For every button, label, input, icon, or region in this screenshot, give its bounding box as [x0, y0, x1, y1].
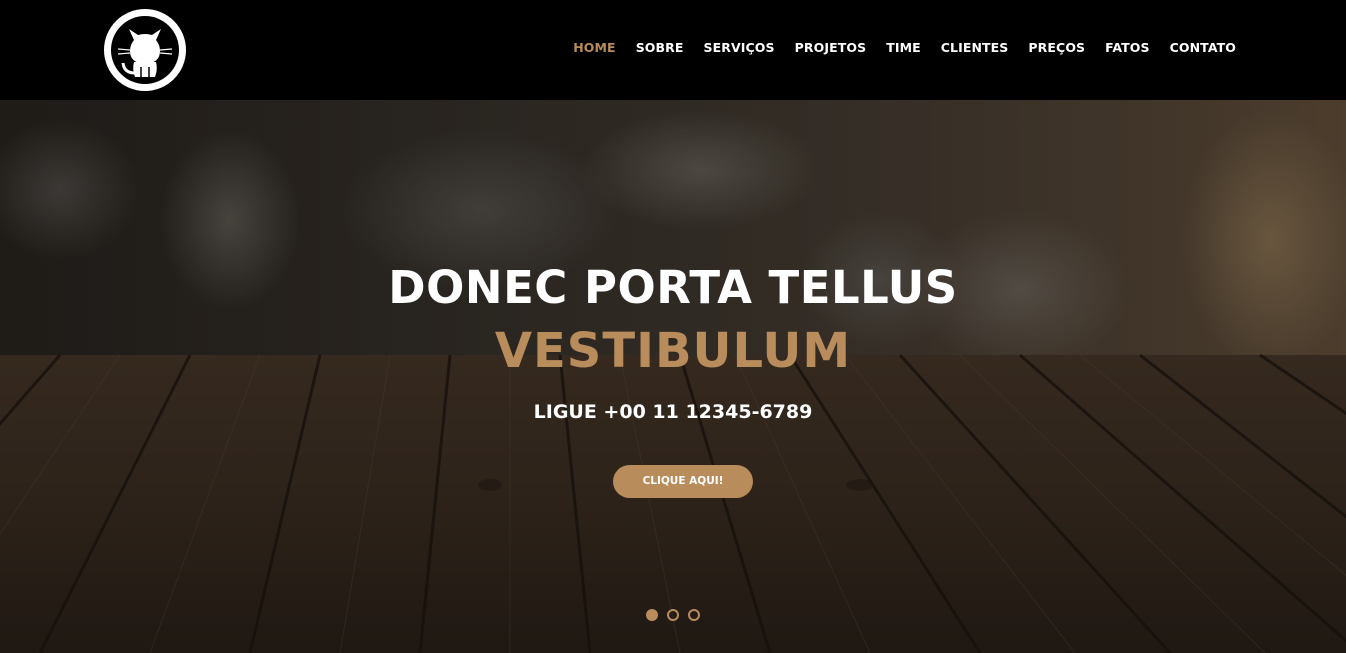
slider-dot-3[interactable] — [688, 609, 700, 621]
github-octocat-icon — [105, 10, 185, 90]
navbar: HOME SOBRE SERVIÇOS PROJETOS TIME CLIENT… — [0, 0, 1346, 100]
nav-item-servicos[interactable]: SERVIÇOS — [704, 40, 775, 56]
slider-dot-1[interactable] — [646, 609, 658, 621]
nav-item-clientes[interactable]: CLIENTES — [941, 40, 1009, 56]
slider-dots — [0, 609, 1346, 621]
nav-item-sobre[interactable]: SOBRE — [636, 40, 684, 56]
nav-item-contato[interactable]: CONTATO — [1170, 40, 1236, 56]
nav-item-precos[interactable]: PREÇOS — [1028, 40, 1085, 56]
hero-title-line2: VESTIBULUM — [494, 323, 852, 379]
page: HOME SOBRE SERVIÇOS PROJETOS TIME CLIENT… — [0, 0, 1346, 653]
nav-item-time[interactable]: TIME — [886, 40, 921, 56]
nav-item-home[interactable]: HOME — [573, 40, 615, 56]
hero-title-line1: DONEC PORTA TELLUS — [388, 261, 958, 314]
main-nav: HOME SOBRE SERVIÇOS PROJETOS TIME CLIENT… — [553, 40, 1236, 56]
hero-phone: LIGUE +00 11 12345-6789 — [533, 401, 813, 423]
cta-button[interactable]: CLIQUE AQUI! — [613, 465, 753, 498]
slider-dot-2[interactable] — [667, 609, 679, 621]
logo-link[interactable] — [104, 9, 186, 91]
hero-content: DONEC PORTA TELLUS VESTIBULUM LIGUE +00 … — [0, 100, 1346, 653]
nav-item-projetos[interactable]: PROJETOS — [795, 40, 867, 56]
hero-slider: DONEC PORTA TELLUS VESTIBULUM LIGUE +00 … — [0, 100, 1346, 653]
nav-item-fatos[interactable]: FATOS — [1105, 40, 1149, 56]
